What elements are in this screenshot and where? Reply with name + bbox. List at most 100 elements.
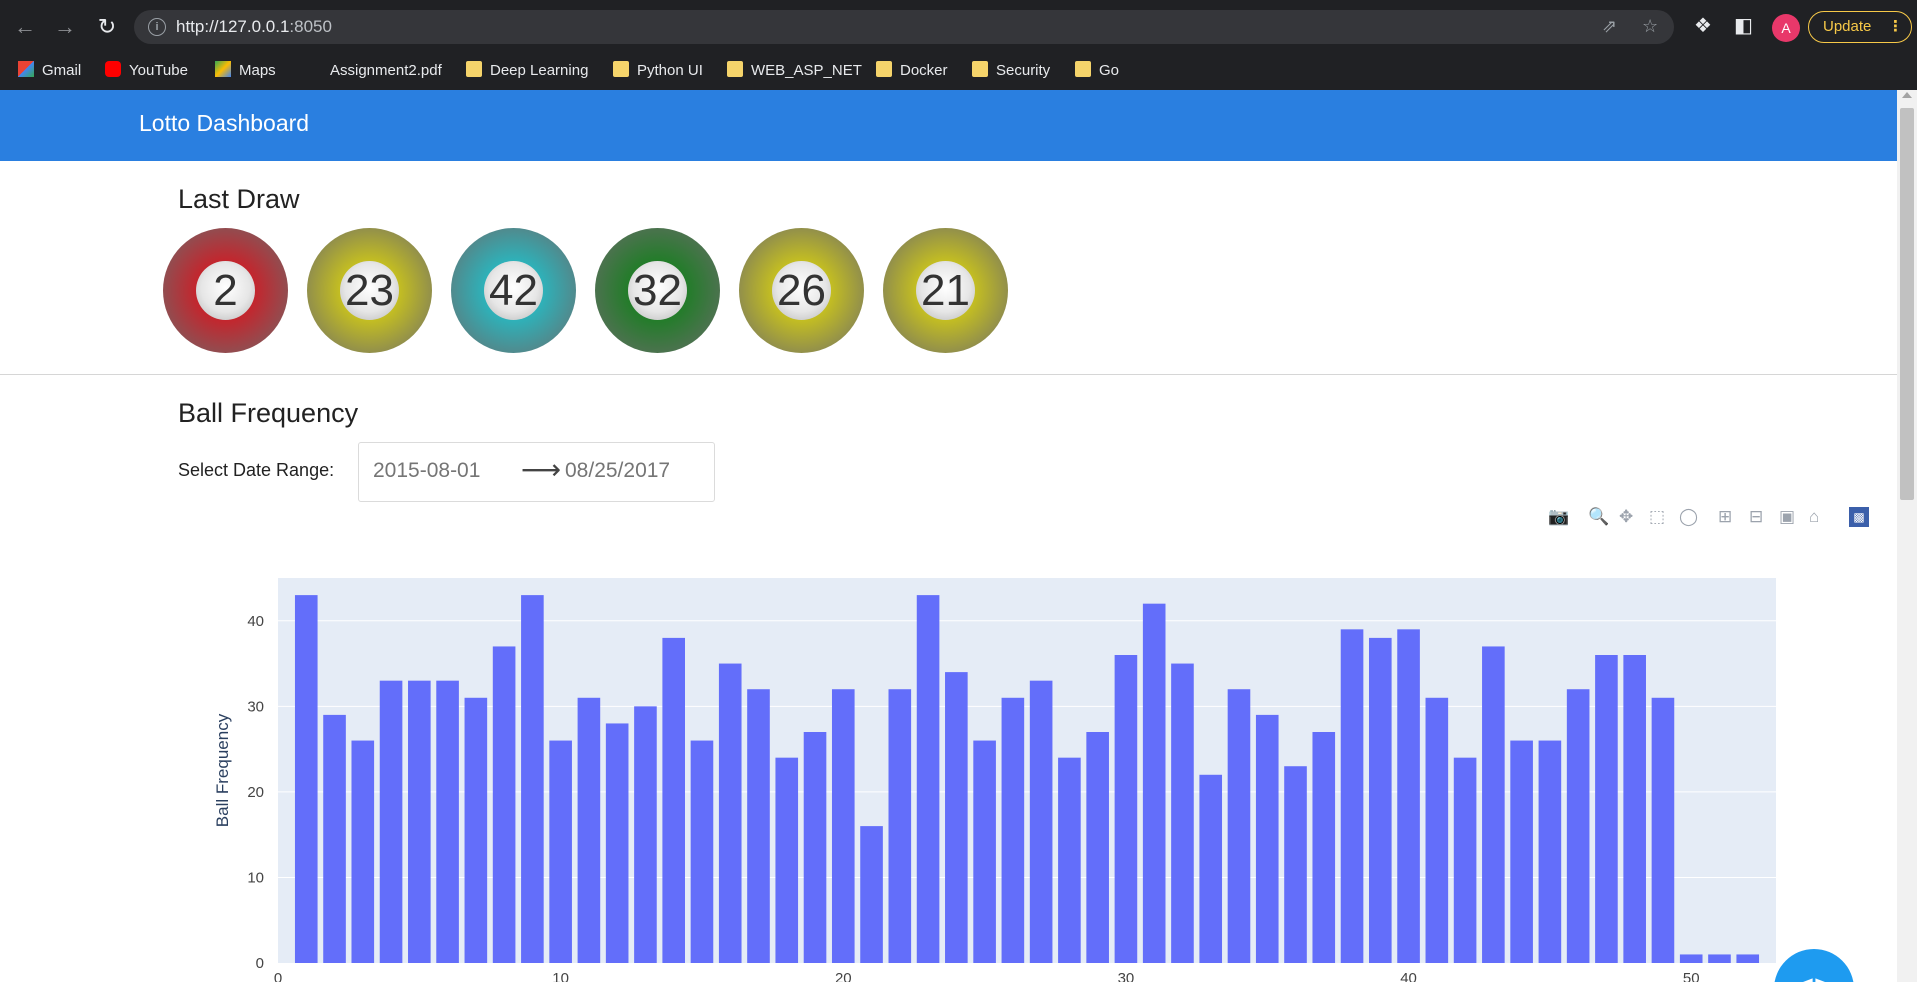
bar[interactable]	[1397, 629, 1420, 963]
update-button[interactable]: Update ⋮	[1808, 11, 1912, 43]
bar[interactable]	[1199, 774, 1223, 963]
bar[interactable]	[1029, 680, 1053, 963]
x-tick-label: 10	[552, 970, 569, 982]
bar[interactable]	[351, 740, 375, 963]
y-axis-label: Ball Frequency	[213, 713, 232, 827]
bookmark-youtube[interactable]: YouTube	[105, 59, 188, 83]
bookmark-label: Go	[1099, 62, 1120, 79]
bar[interactable]	[747, 689, 770, 963]
bookmark-python-ui[interactable]: Python UI	[613, 59, 703, 83]
bar[interactable]	[577, 697, 601, 963]
bar[interactable]	[1227, 689, 1251, 963]
maps-icon	[215, 61, 231, 77]
bar[interactable]	[408, 680, 431, 963]
bookmark-label: YouTube	[129, 62, 188, 79]
bookmark-deep-learning[interactable]: Deep Learning	[466, 59, 588, 83]
reload-icon[interactable]: ↻	[92, 12, 122, 42]
bookmark-gmail[interactable]: Gmail	[18, 59, 81, 83]
page-scrollbar[interactable]	[1897, 90, 1917, 982]
bar[interactable]	[1086, 732, 1109, 963]
bar[interactable]	[945, 672, 968, 963]
bar[interactable]	[1312, 732, 1336, 963]
bookmark-web-asp-net[interactable]: WEB_ASP_NET	[727, 59, 862, 83]
bar[interactable]	[436, 680, 459, 963]
side-panel-icon[interactable]: ◧	[1734, 13, 1753, 38]
bookmark-maps[interactable]: Maps	[215, 59, 276, 83]
bar[interactable]	[973, 740, 996, 963]
back-arrow-icon[interactable]: ←	[10, 12, 40, 42]
scroll-up-arrow-icon[interactable]	[1902, 92, 1912, 98]
bar[interactable]	[662, 637, 686, 963]
bar[interactable]	[294, 595, 318, 963]
bar[interactable]	[916, 595, 940, 963]
y-tick-label: 20	[247, 784, 264, 801]
url-text[interactable]: http://127.0.0.1:8050	[176, 17, 332, 37]
bar[interactable]	[1171, 663, 1194, 963]
y-tick-label: 0	[256, 955, 264, 972]
bar[interactable]	[1482, 646, 1505, 963]
bar[interactable]	[1708, 954, 1731, 963]
bar[interactable]	[1679, 954, 1703, 963]
bar[interactable]	[1595, 655, 1618, 963]
star-bookmark-icon[interactable]: ☆	[1642, 16, 1658, 37]
bar[interactable]	[1538, 740, 1562, 963]
bar[interactable]	[803, 732, 827, 963]
share-icon[interactable]: ⇗	[1602, 16, 1617, 37]
profile-avatar[interactable]: A	[1772, 14, 1800, 42]
y-tick-label: 30	[247, 698, 264, 715]
bar[interactable]	[1368, 637, 1392, 963]
bar[interactable]	[1001, 697, 1025, 963]
bar[interactable]	[1425, 697, 1449, 963]
app-page: Lotto Dashboard Last Draw 2 23 42 32 26 21 Ba…	[0, 90, 1897, 982]
forward-arrow-icon[interactable]: →	[50, 12, 80, 42]
bookmark-label: Maps	[239, 62, 276, 79]
address-bar[interactable]: i http://127.0.0.1:8050 ⇗ ☆	[134, 10, 1674, 44]
bar[interactable]	[379, 680, 403, 963]
bar[interactable]	[1340, 629, 1364, 963]
browser-chrome: ← → ↻ i http://127.0.0.1:8050 ⇗ ☆ ❖ ◧ A …	[0, 0, 1917, 90]
y-tick-label: 40	[247, 613, 264, 630]
bookmark-label: WEB_ASP_NET	[751, 62, 862, 79]
more-menu-icon[interactable]: ⋮	[1888, 12, 1903, 41]
extensions-puzzle-icon[interactable]: ❖	[1694, 13, 1712, 38]
bar[interactable]	[323, 714, 346, 963]
bookmark-label: Docker	[900, 62, 948, 79]
url-host: http://127.0.0.1	[176, 17, 290, 36]
site-info-icon[interactable]: i	[148, 18, 166, 36]
gmail-icon	[18, 61, 34, 77]
bookmark-assignment2[interactable]: Assignment2.pdf	[306, 59, 442, 83]
bar[interactable]	[1736, 954, 1760, 963]
bar[interactable]	[1566, 689, 1590, 963]
bookmark-go[interactable]: Go	[1075, 59, 1119, 83]
x-tick-label: 0	[274, 970, 282, 982]
bar[interactable]	[718, 663, 742, 963]
bar[interactable]	[1255, 714, 1279, 963]
bar[interactable]	[605, 723, 629, 963]
x-tick-label: 50	[1683, 970, 1700, 982]
bar[interactable]	[1453, 757, 1477, 963]
bar[interactable]	[464, 697, 488, 963]
bar[interactable]	[888, 689, 912, 963]
bar[interactable]	[521, 595, 544, 963]
bookmark-security[interactable]: Security	[972, 59, 1050, 83]
bar[interactable]	[1058, 757, 1081, 963]
bar[interactable]	[492, 646, 516, 963]
bar[interactable]	[1623, 655, 1646, 963]
bar[interactable]	[775, 757, 799, 963]
scrollbar-thumb[interactable]	[1900, 108, 1914, 500]
bar[interactable]	[1142, 603, 1166, 963]
bar[interactable]	[831, 689, 855, 963]
bar[interactable]	[549, 740, 572, 963]
url-port: :8050	[289, 17, 332, 36]
folder-icon	[613, 61, 629, 77]
bar[interactable]	[1651, 697, 1675, 963]
bar[interactable]	[690, 740, 714, 963]
bar[interactable]	[1114, 655, 1138, 963]
bookmark-docker[interactable]: Docker	[876, 59, 948, 83]
bar[interactable]	[1510, 740, 1533, 963]
bar[interactable]	[1284, 766, 1307, 963]
bar[interactable]	[634, 706, 657, 963]
folder-icon	[876, 61, 892, 77]
bar[interactable]	[860, 826, 883, 963]
ball-frequency-chart[interactable]: 0 10 20 30 40 0 10 20 30 40 50 Ball Frequency	[0, 90, 1897, 982]
